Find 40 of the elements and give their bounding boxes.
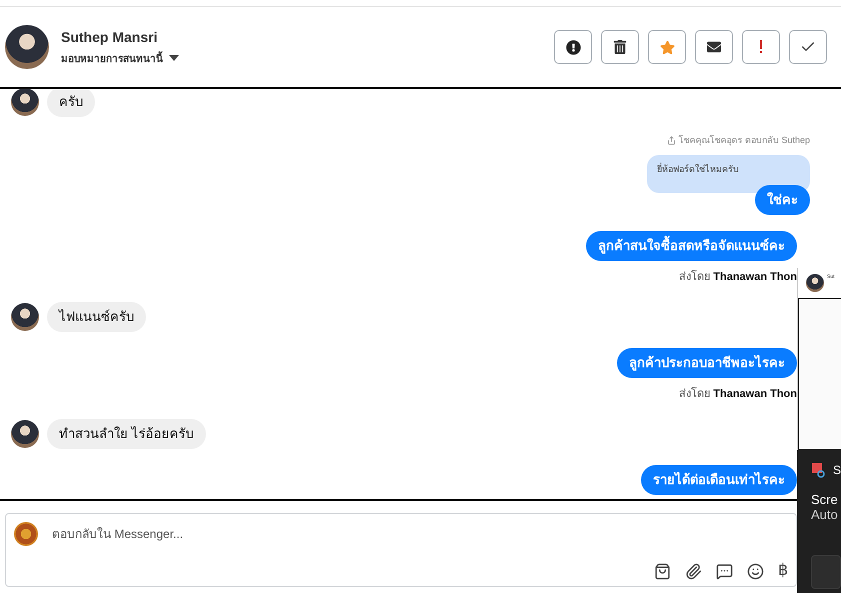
- chat-bubble-button[interactable]: [716, 562, 733, 580]
- app-name: S: [832, 463, 841, 477]
- reply-arrow-icon: [667, 136, 676, 144]
- quoted-message: ยี่ห้อฟอร์ดใช่ไหมครับ: [647, 155, 810, 193]
- reply-label: โชคคุณโชคอุดร ตอบกลับ Suthep: [678, 134, 810, 147]
- reply-field[interactable]: ตอบกลับใน Messenger... ฿: [5, 513, 797, 587]
- mail-button[interactable]: [695, 30, 733, 64]
- message-bubble: ไฟแนนซ์ครับ: [47, 302, 146, 332]
- star-icon: [660, 40, 674, 54]
- alert-icon: [566, 40, 580, 54]
- message-bubble: รายได้ต่อเดือนเท่าไรคะ: [641, 465, 797, 495]
- delete-button[interactable]: [601, 30, 639, 64]
- shopping-bag-button[interactable]: [654, 562, 671, 580]
- envelope-icon: [707, 40, 721, 54]
- currency-button[interactable]: ฿: [778, 562, 788, 580]
- caret-icon[interactable]: [169, 55, 179, 61]
- message-bubble: ทำสวนลำใย ไร่อ้อยครับ: [47, 419, 206, 449]
- avatar-photo: [11, 303, 39, 331]
- avatar-photo: [806, 274, 824, 292]
- message-bubble: ลูกค้าสนใจซื้อสดหรือจัดแนนซ์คะ: [586, 231, 797, 261]
- message-bubble: ใช่คะ: [755, 185, 810, 215]
- snipping-tool-icon: [811, 462, 827, 478]
- sender-label: ส่งโดย Thanawan Thon: [679, 269, 797, 285]
- emoji-button[interactable]: [747, 562, 764, 580]
- notification-title: Scre: [811, 492, 839, 507]
- contact-name: Suthep Mansri: [61, 28, 158, 44]
- assign-conversation-link[interactable]: มอบหมายการสนทนานี้: [61, 50, 163, 66]
- avatar-photo: [11, 89, 39, 116]
- star-button[interactable]: [648, 30, 686, 64]
- avatar-photo: [5, 25, 49, 69]
- alert-button[interactable]: [554, 30, 592, 64]
- avatar-photo: [11, 420, 39, 448]
- notification-text: Auto: [811, 507, 839, 522]
- exclamation-icon: [759, 40, 763, 54]
- page-logo-avatar: [14, 522, 38, 546]
- attach-button[interactable]: [685, 562, 702, 580]
- sender-label: ส่งโดย Thanawan Thon: [679, 386, 797, 402]
- trash-icon: [613, 40, 627, 54]
- message-bubble: ครับ: [47, 89, 95, 117]
- message-bubble: ลูกค้าประกอบอาชีพอะไรคะ: [617, 348, 797, 378]
